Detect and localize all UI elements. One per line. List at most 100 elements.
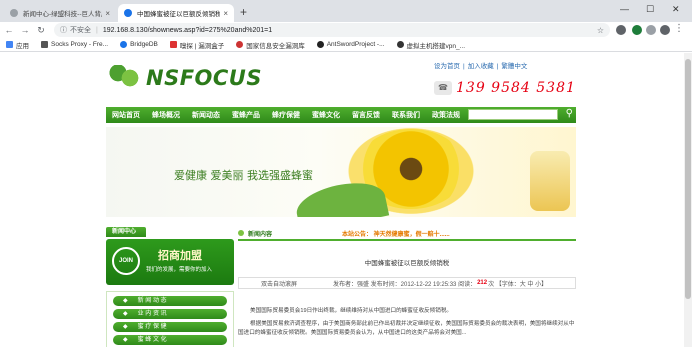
url-text[interactable]: 192.168.8.130/shownews.asp?id=275%20and%… [103, 27, 272, 34]
browser-toolbar: ← → ↻ ⓘ 不安全 | 192.168.8.130/shownews.asp… [0, 22, 692, 38]
article-meta: 双击自动滚屏 发布者：强盛 发布时间：2012-12-22 19:25:33 阅… [238, 277, 576, 289]
sidebar-item-label: 蜜 蜂 文 化 [137, 337, 167, 343]
globe-icon [124, 9, 132, 17]
close-window-button[interactable]: ✕ [672, 4, 680, 15]
sidebar-item-label: 蜜 疗 保 健 [137, 324, 167, 330]
bookmark-bridgedb[interactable]: BridgeDB [120, 41, 158, 48]
page-scrollbar[interactable] [684, 53, 692, 347]
tab-title: 新闻中心-绿盟科技--巨人背后的专家 [23, 11, 102, 18]
add-favorite-link[interactable]: 加入收藏 [468, 63, 494, 70]
back-arrow-icon[interactable]: ← [2, 25, 16, 35]
traditional-chinese-link[interactable]: 繁體中文 [501, 63, 527, 70]
article-panel: 新闻内容 本站公告： 神天然健康蜜，假一赔十...... 中国蜂蜜被征以巨额反倾… [238, 227, 576, 347]
profile-avatar-icon[interactable] [660, 25, 670, 35]
join-promo[interactable]: JOIN 招商加盟 我们的发展，需要你的加入 [106, 239, 234, 285]
bookmark-label: Socks Proxy - Fre... [51, 41, 109, 48]
bookmark-vpn[interactable]: 虚拟主机搭建vpn_... [396, 40, 466, 50]
honey-jar-image [530, 151, 570, 211]
security-label: 不安全 [70, 27, 91, 34]
auto-scroll-link[interactable]: 双击自动滚屏 [261, 279, 297, 288]
github-icon [316, 41, 324, 48]
scrollbar-thumb[interactable] [685, 59, 691, 299]
nav-bee-culture[interactable]: 蜜蜂文化 [306, 110, 346, 120]
article-header-bar: 新闻内容 本站公告： 神天然健康蜜，假一赔十...... [238, 227, 576, 241]
top-links: 设为首页 | 加入收藏 | 繁體中文 [434, 60, 530, 70]
web-page: NSFOCUS 设为首页 | 加入收藏 | 繁體中文 ☎ 139 9584 5381 网… [0, 53, 684, 347]
nav-policies[interactable]: 政策法规 [426, 110, 466, 120]
bookmark-label: AntSwordProject -... [326, 41, 385, 48]
bookmark-cnnvd[interactable]: 国家信息安全漏洞库 [236, 40, 305, 50]
hotline-number: 139 9584 5381 [456, 80, 576, 96]
join-badge: JOIN [112, 247, 140, 275]
address-bar[interactable]: ⓘ 不安全 | 192.168.8.130/shownews.asp?id=27… [54, 23, 610, 37]
article-paragraph: 根据美国贸易救济调查程序，由于美国商务部此前已作出初裁并决定继续征收，美国国际贸… [238, 321, 575, 336]
hotline: ☎ 139 9584 5381 [434, 73, 576, 103]
reload-icon[interactable]: ↻ [34, 25, 48, 36]
extension-shield-icon[interactable] [632, 25, 642, 35]
search-icon[interactable]: ⚲ [566, 108, 573, 119]
site-notice: 本站公告： 神天然健康蜜，假一赔十...... [342, 231, 450, 238]
bookmark-label: BridgeDB [130, 41, 158, 48]
separator: | [96, 26, 98, 34]
nav-feedback[interactable]: 留言反馈 [346, 110, 386, 120]
nav-home[interactable]: 网站首页 [106, 110, 146, 120]
maximize-button[interactable]: ☐ [646, 4, 654, 15]
site-favicon-icon [10, 9, 18, 17]
forward-arrow-icon[interactable]: → [18, 25, 32, 35]
globe-icon [120, 41, 128, 48]
new-tab-button[interactable]: + [240, 5, 247, 19]
bookmark-star-icon[interactable]: ☆ [597, 26, 604, 35]
sidebar-item-news[interactable]: ◆ 新 闻 动 态 [113, 296, 227, 306]
browser-menu-icon[interactable]: ⋮ [674, 23, 684, 34]
bookmark-favicon-icon [236, 41, 244, 48]
bullet-icon [238, 230, 244, 236]
tab-title: 中国蜂蜜被征以巨额反倾销税-花 [137, 11, 221, 18]
sidebar-menu: ◆ 新 闻 动 态 ◆ 业 内 资 讯 ◆ 蜜 疗 保 健 ◆ 蜜 蜂 文 化 [106, 291, 234, 347]
extension-icon[interactable] [616, 25, 626, 35]
hero-banner: 爱健康 爱美丽 我选强盛蜂蜜 [106, 127, 576, 217]
bookmark-label: 虚拟主机搭建vpn_... [406, 42, 466, 50]
bookmark-socks-proxy[interactable]: Socks Proxy - Fre... [41, 41, 108, 48]
article-paragraph: 美国国际贸易委员会19日作出终裁，继续维持对从中国进口的蜂蜜征收反倾销税。 [250, 308, 453, 314]
nav-bee-therapy[interactable]: 蜂疗保健 [266, 110, 306, 120]
close-tab-icon[interactable]: × [223, 9, 228, 18]
close-tab-icon[interactable]: × [105, 9, 110, 18]
site-search-input[interactable] [468, 109, 558, 120]
browser-tab-article[interactable]: 中国蜂蜜被征以巨额反倾销税-花 × [118, 4, 234, 22]
minimize-button[interactable]: — [620, 4, 629, 14]
phone-icon: ☎ [434, 81, 452, 95]
apps-grid-icon [6, 41, 13, 48]
article-title: 中国蜂蜜被征以巨额反倾销税 [364, 260, 450, 267]
banner-slogan: 爱健康 爱美丽 我选强盛蜂蜜 [174, 169, 313, 182]
sidebar-item-culture[interactable]: ◆ 蜜 蜂 文 化 [113, 335, 227, 345]
left-sidebar: 新闻中心 JOIN 招商加盟 我们的发展，需要你的加入 ◆ 新 闻 动 态 ◆ 业 … [106, 227, 234, 347]
divider: | [463, 63, 465, 70]
divider: | [496, 63, 499, 70]
extensions-puzzle-icon[interactable] [646, 25, 656, 35]
info-warning-icon[interactable]: ⓘ [60, 25, 67, 35]
nav-bee-products[interactable]: 蜜蜂产品 [226, 110, 266, 120]
sidebar-item-industry[interactable]: ◆ 业 内 资 讯 [113, 309, 227, 319]
sidebar-item-therapy[interactable]: ◆ 蜜 疗 保 健 [113, 322, 227, 332]
diamond-icon: ◆ [123, 311, 128, 317]
join-title: 招商加盟 [158, 250, 202, 262]
section-label: 新闻内容 [248, 231, 273, 238]
browser-tab-news-center[interactable]: 新闻中心-绿盟科技--巨人背后的专家 × [4, 4, 116, 22]
diamond-icon: ◆ [123, 298, 128, 304]
nav-news[interactable]: 新闻动态 [186, 110, 226, 120]
site-logo[interactable]: NSFOCUS [106, 65, 262, 91]
bookmarks-bar: 应用 Socks Proxy - Fre... BridgeDB 嗅探 | 漏洞… [0, 38, 692, 52]
meta-info: 发布者：强盛 发布时间：2012-12-22 19:25:33 阅读： [333, 281, 477, 288]
join-subtitle: 我们的发展，需要你的加入 [146, 267, 213, 273]
nav-apiary-overview[interactable]: 蜂场概况 [146, 110, 186, 120]
bookmark-label: 嗅探 | 漏洞盒子 [179, 42, 225, 50]
bookmark-favicon-icon [396, 41, 404, 48]
bookmark-apps[interactable]: 应用 [6, 40, 29, 50]
bookmark-antsword[interactable]: AntSwordProject -... [316, 41, 385, 48]
bookmark-loudong[interactable]: 嗅探 | 漏洞盒子 [169, 40, 225, 50]
set-homepage-link[interactable]: 设为首页 [434, 63, 460, 70]
font-size-controls[interactable]: 次 【字体：大 中 小】 [488, 279, 547, 288]
sidebar-item-label: 业 内 资 讯 [137, 311, 167, 317]
sidebar-heading: 新闻中心 [106, 227, 146, 237]
nav-contact[interactable]: 联系我们 [386, 110, 426, 120]
